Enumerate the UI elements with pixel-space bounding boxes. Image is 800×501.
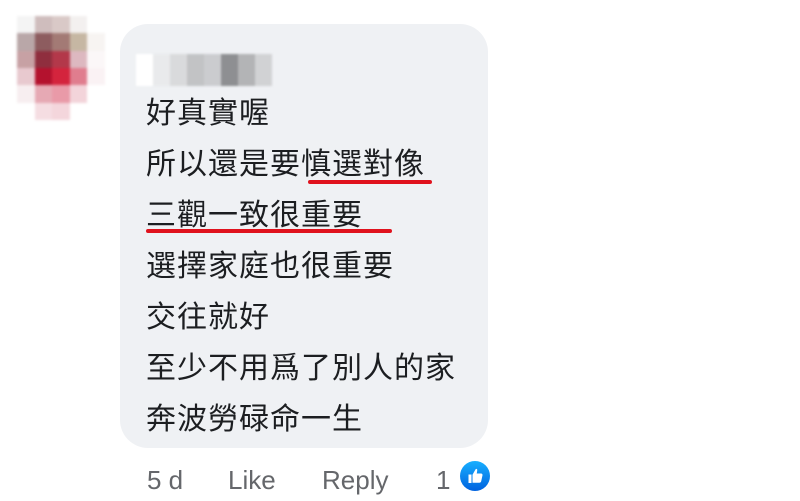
comment-actions: 5 d Like Reply 1 xyxy=(0,462,800,498)
like-thumbs-up-icon[interactable] xyxy=(458,459,492,493)
username-blurred[interactable] xyxy=(136,54,272,86)
like-button[interactable]: Like xyxy=(228,462,276,498)
comment-line: 三觀一致很重要 xyxy=(146,198,363,233)
comment-line: 至少不用爲了別人的家 xyxy=(146,351,456,386)
timestamp[interactable]: 5 d xyxy=(147,462,183,498)
reaction-count[interactable]: 1 xyxy=(436,462,450,498)
comment-text: 好真實喔 所以還是要慎選對像 三觀一致很重要 選擇家庭也很重要 交往就好 至少不… xyxy=(146,88,456,445)
avatar[interactable] xyxy=(17,16,105,120)
comment-line: 選擇家庭也很重要 xyxy=(146,249,394,284)
highlight-underline xyxy=(308,180,432,184)
comment-line: 奔波勞碌命一生 xyxy=(146,402,363,437)
comment-screenshot: 好真實喔 所以還是要慎選對像 三觀一致很重要 選擇家庭也很重要 交往就好 至少不… xyxy=(0,0,800,501)
highlight-underline xyxy=(146,229,392,233)
reply-button[interactable]: Reply xyxy=(322,462,388,498)
comment-line: 交往就好 xyxy=(146,300,270,335)
comment-line: 好真實喔 xyxy=(146,96,270,131)
